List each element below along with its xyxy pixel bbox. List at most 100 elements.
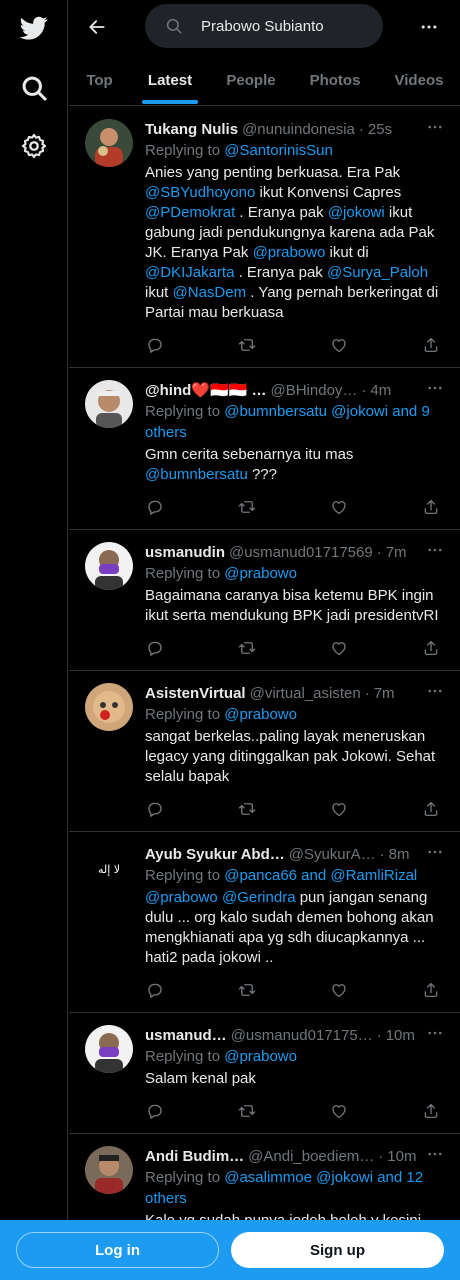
more-icon[interactable]	[424, 842, 446, 862]
mention-link[interactable]: @jokowi	[328, 204, 385, 221]
share-icon[interactable]	[421, 497, 441, 517]
retweet-icon[interactable]	[237, 638, 257, 658]
tab-people[interactable]: People	[210, 56, 292, 104]
replying-to: Replying to @SantorinisSun	[145, 140, 444, 161]
author-handle[interactable]: @Andi_boediem…	[248, 1148, 374, 1165]
reply-icon[interactable]	[145, 980, 165, 1000]
replying-to-mentions[interactable]: @prabowo	[224, 706, 297, 723]
author-name[interactable]: Ayub Syukur Abd…	[145, 846, 285, 863]
mention-link[interactable]: @SBYudhoyono	[145, 184, 255, 201]
more-icon[interactable]	[424, 378, 446, 398]
author-name[interactable]: Andi Budim…	[145, 1148, 244, 1165]
share-icon[interactable]	[421, 335, 441, 355]
avatar[interactable]	[85, 1025, 133, 1073]
separator-dot: ·	[361, 381, 367, 399]
author-handle[interactable]: @BHindoy…	[270, 382, 357, 399]
share-icon[interactable]	[421, 638, 441, 658]
tweet[interactable]: لا إله Ayub Syukur Abd… @SyukurA… · 8m Replyi…	[69, 832, 460, 1013]
replying-to-mentions[interactable]: @prabowo	[224, 1048, 297, 1065]
retweet-icon[interactable]	[237, 335, 257, 355]
more-icon[interactable]	[424, 1023, 446, 1043]
replying-to-mentions[interactable]: @prabowo	[224, 565, 297, 582]
author-handle[interactable]: @nunuindonesia	[242, 121, 355, 138]
replying-to-mentions[interactable]: @panca66 and @RamliRizal	[224, 867, 417, 884]
search-input[interactable]	[201, 17, 371, 35]
retweet-icon[interactable]	[237, 1101, 257, 1121]
tweet-timestamp[interactable]: 10m	[387, 1148, 416, 1165]
mention-link[interactable]: @prabowo	[253, 244, 326, 261]
avatar[interactable]	[85, 542, 133, 590]
tweet[interactable]: AsistenVirtual @virtual_asisten · 7m Replyin…	[69, 671, 460, 832]
retweet-icon[interactable]	[237, 799, 257, 819]
author-name[interactable]: Tukang Nulis	[145, 121, 238, 138]
more-icon[interactable]	[424, 1144, 446, 1164]
like-icon[interactable]	[329, 638, 349, 658]
avatar[interactable]	[85, 119, 133, 167]
author-handle[interactable]: @SyukurA…	[289, 846, 376, 863]
tweet-timestamp[interactable]: 8m	[389, 846, 410, 863]
mention-link[interactable]: @bumnbersatu	[145, 466, 248, 483]
tweet-timestamp[interactable]: 7m	[386, 544, 407, 561]
tweet[interactable]: usmanudin @usmanud01717569 · 7m Replying to …	[69, 530, 460, 671]
reply-icon[interactable]	[145, 1101, 165, 1121]
more-icon[interactable]	[424, 540, 446, 560]
share-icon[interactable]	[421, 799, 441, 819]
replying-to-mentions[interactable]: @SantorinisSun	[224, 142, 333, 159]
more-icon[interactable]	[424, 681, 446, 701]
tab-photos[interactable]: Photos	[292, 56, 378, 104]
like-icon[interactable]	[329, 497, 349, 517]
like-icon[interactable]	[329, 1101, 349, 1121]
tweet-timestamp[interactable]: 4m	[370, 382, 391, 399]
avatar[interactable]: لا إله	[85, 844, 133, 892]
reply-icon[interactable]	[145, 335, 165, 355]
share-icon[interactable]	[421, 1101, 441, 1121]
like-icon[interactable]	[329, 799, 349, 819]
login-button[interactable]: Log in	[16, 1232, 219, 1268]
mention-link[interactable]: @PDemokrat	[145, 204, 235, 221]
avatar[interactable]	[85, 683, 133, 731]
share-icon[interactable]	[421, 980, 441, 1000]
tweet-text: ???	[247, 466, 277, 483]
search-box[interactable]	[145, 4, 383, 48]
tab-latest[interactable]: Latest	[130, 56, 210, 104]
more-options-icon[interactable]	[416, 14, 442, 40]
mention-link[interactable]: @DKIJakarta	[145, 264, 234, 281]
mention-link[interactable]: @Gerindra	[222, 889, 296, 906]
mention-link[interactable]: @prabowo	[145, 889, 218, 906]
tweet[interactable]: usmanud… @usmanud017175… · 10m Replying to @…	[69, 1013, 460, 1134]
retweet-icon[interactable]	[237, 980, 257, 1000]
tweet[interactable]: @hind❤️🇮🇩🇮🇩 … @BHindoy… · 4m Replying to @bu…	[69, 368, 460, 530]
author-handle[interactable]: @usmanud017175…	[231, 1027, 373, 1044]
reply-icon[interactable]	[145, 497, 165, 517]
mention-link[interactable]: @Surya_Paloh	[327, 264, 428, 281]
tweet[interactable]: Tukang Nulis @nunuindonesia · 25s Replying t…	[69, 107, 460, 368]
mention-link[interactable]: @NasDem	[173, 284, 247, 301]
avatar[interactable]	[85, 380, 133, 428]
reply-icon[interactable]	[145, 799, 165, 819]
author-name[interactable]: usmanudin	[145, 544, 225, 561]
tweet-header: AsistenVirtual @virtual_asisten · 7m	[145, 683, 444, 703]
twitter-logo-icon[interactable]	[19, 13, 49, 43]
retweet-icon[interactable]	[237, 497, 257, 517]
tweet-timestamp[interactable]: 7m	[374, 685, 395, 702]
back-arrow-icon[interactable]	[83, 13, 111, 41]
tab-videos[interactable]: Videos	[378, 56, 460, 104]
like-icon[interactable]	[329, 335, 349, 355]
avatar[interactable]	[85, 1146, 133, 1194]
tweet-text: Anies yang penting berkuasa. Era Pak	[145, 164, 401, 181]
search-icon[interactable]	[19, 73, 49, 103]
tweet-actions	[145, 323, 445, 367]
like-icon[interactable]	[329, 980, 349, 1000]
author-name[interactable]: usmanud…	[145, 1027, 227, 1044]
tab-top[interactable]: Top	[69, 56, 130, 104]
tweet-timestamp[interactable]: 10m	[386, 1027, 415, 1044]
settings-gear-icon[interactable]	[19, 131, 49, 161]
tweet-timestamp[interactable]: 25s	[368, 121, 392, 138]
signup-button[interactable]: Sign up	[231, 1232, 444, 1268]
reply-icon[interactable]	[145, 638, 165, 658]
author-name[interactable]: AsistenVirtual	[145, 685, 246, 702]
author-name[interactable]: @hind❤️🇮🇩🇮🇩 …	[145, 381, 266, 399]
author-handle[interactable]: @virtual_asisten	[250, 685, 361, 702]
author-handle[interactable]: @usmanud01717569	[229, 544, 373, 561]
more-icon[interactable]	[424, 117, 446, 137]
